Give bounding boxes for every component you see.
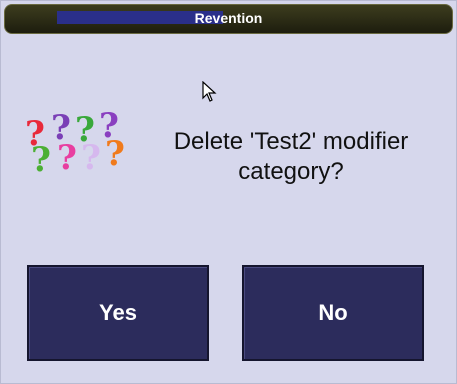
question-marks-icon: ? ? ? ? ? ? ? ? <box>25 106 125 180</box>
confirmation-message: Delete 'Test2' modifier category? <box>173 128 409 185</box>
window-title: Revention <box>194 10 263 26</box>
yes-button[interactable]: Yes <box>27 265 209 361</box>
confirm-dialog: Revention ? ? ? ? ? ? ? ? Delete 'Test2'… <box>0 0 457 384</box>
title-bar: Revention <box>4 4 453 34</box>
mouse-pointer-icon <box>201 80 219 103</box>
no-button[interactable]: No <box>242 265 424 361</box>
